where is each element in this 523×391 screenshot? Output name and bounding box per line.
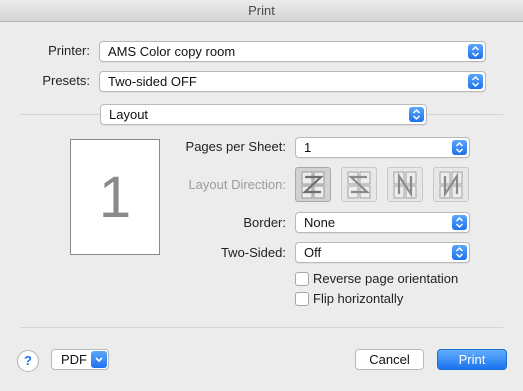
- chevron-down-icon: [91, 351, 107, 368]
- reverse-n-order-icon: [439, 171, 463, 199]
- two-sided-value: Off: [304, 245, 322, 260]
- layout-direction-z-button[interactable]: [295, 167, 331, 202]
- cancel-button[interactable]: Cancel: [355, 349, 424, 370]
- pages-per-sheet-popup[interactable]: 1: [295, 137, 470, 158]
- printer-popup[interactable]: AMS Color copy room: [99, 41, 486, 62]
- reverse-z-order-icon: [347, 171, 371, 199]
- page-preview: 1: [70, 139, 160, 255]
- two-sided-popup[interactable]: Off: [295, 242, 470, 263]
- help-button[interactable]: ?: [17, 350, 39, 372]
- presets-value: Two-sided OFF: [108, 74, 197, 89]
- popup-arrows-icon: [409, 107, 424, 122]
- separator: [20, 327, 503, 328]
- n-order-icon: [393, 171, 417, 199]
- window-title: Print: [0, 0, 523, 22]
- two-sided-label: Two-Sided:: [220, 245, 286, 260]
- reverse-orientation-checkbox[interactable]: [295, 272, 309, 286]
- popup-arrows-icon: [452, 215, 467, 230]
- reverse-orientation-label[interactable]: Reverse page orientation: [313, 271, 458, 286]
- printer-label: Printer:: [48, 43, 90, 58]
- presets-popup[interactable]: Two-sided OFF: [99, 71, 486, 92]
- section-value: Layout: [109, 107, 149, 122]
- presets-label: Presets:: [42, 73, 90, 88]
- border-value: None: [304, 215, 336, 230]
- pages-per-sheet-value: 1: [304, 140, 312, 155]
- layout-direction-n-button[interactable]: [387, 167, 423, 202]
- border-label: Border:: [243, 215, 286, 230]
- layout-direction-reverse-z-button[interactable]: [341, 167, 377, 202]
- layout-direction-label: Layout Direction:: [188, 177, 286, 192]
- flip-horizontally-label[interactable]: Flip horizontally: [313, 291, 403, 306]
- popup-arrows-icon: [468, 74, 483, 89]
- printer-value: AMS Color copy room: [108, 44, 236, 59]
- z-order-icon: [301, 171, 325, 199]
- section-popup[interactable]: Layout: [100, 104, 427, 125]
- pages-per-sheet-label: Pages per Sheet:: [185, 139, 286, 154]
- popup-arrows-icon: [468, 44, 483, 59]
- popup-arrows-icon: [452, 140, 467, 155]
- pdf-label: PDF: [61, 352, 87, 367]
- print-button[interactable]: Print: [437, 349, 507, 370]
- layout-direction-reverse-n-button[interactable]: [433, 167, 469, 202]
- border-popup[interactable]: None: [295, 212, 470, 233]
- flip-horizontally-checkbox[interactable]: [295, 292, 309, 306]
- popup-arrows-icon: [452, 245, 467, 260]
- pdf-menu-button[interactable]: PDF: [51, 349, 109, 370]
